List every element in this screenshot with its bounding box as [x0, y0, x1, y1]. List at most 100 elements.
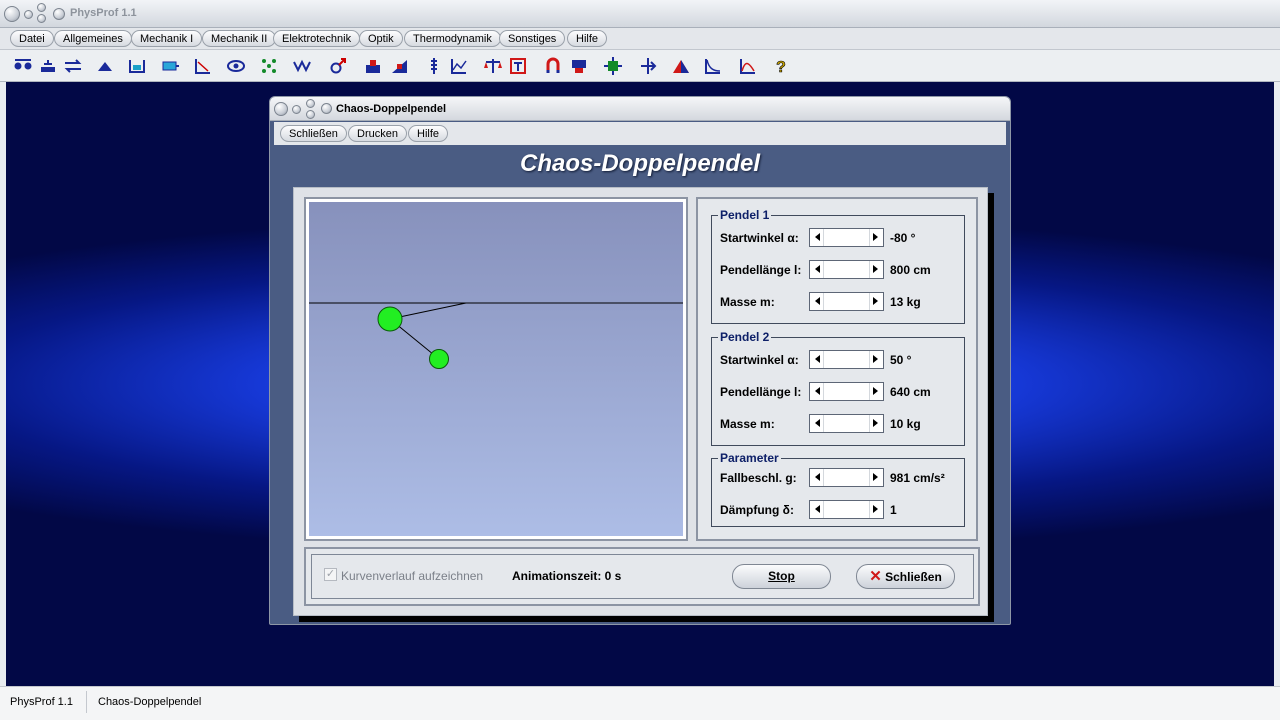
exchange-icon[interactable] — [63, 56, 83, 76]
scroll-right-icon[interactable] — [873, 387, 878, 395]
dialog-orb-icon[interactable] — [274, 102, 288, 116]
triangle-icon[interactable] — [671, 56, 691, 76]
close-x-icon: ✕ — [869, 568, 882, 585]
dialog-heading: Chaos-Doppelpendel — [519, 150, 760, 177]
dialog-title: Chaos-Doppelpendel — [336, 103, 447, 115]
daempfung-scrollbar[interactable] — [809, 500, 884, 519]
level-icon[interactable] — [127, 56, 147, 76]
menu-allgemeines[interactable]: Allgemeines — [54, 30, 132, 47]
grid-icon[interactable] — [259, 56, 279, 76]
scroll-right-icon[interactable] — [873, 265, 878, 273]
menu-elektrotechnik[interactable]: Elektrotechnik — [273, 30, 361, 47]
row-startwinkel-2: Startwinkel α: 50 ° — [712, 350, 966, 370]
dialog-minimize-icon[interactable] — [292, 105, 301, 114]
masse-1-value: 13 kg — [890, 295, 921, 309]
dialog-menu-hilfe[interactable]: Hilfe — [408, 125, 449, 142]
svg-text:?: ? — [776, 59, 786, 76]
close-orb-icon[interactable] — [37, 14, 46, 23]
startwinkel-1-scrollbar[interactable] — [809, 228, 884, 247]
graph-icon[interactable] — [193, 56, 213, 76]
menu-mechanik-1[interactable]: Mechanik I — [131, 30, 203, 47]
gender-icon[interactable] — [328, 56, 348, 76]
scroll-right-icon[interactable] — [873, 473, 878, 481]
menu-mechanik-2[interactable]: Mechanik II — [202, 30, 277, 47]
curve-icon[interactable] — [703, 56, 723, 76]
pendulum-bob-1[interactable] — [377, 306, 403, 332]
magnet-icon[interactable] — [543, 56, 563, 76]
scroll-left-icon[interactable] — [815, 297, 820, 305]
menu-optik[interactable]: Optik — [359, 30, 403, 47]
stop-button-label: Stop — [768, 569, 795, 583]
scroll-right-icon[interactable] — [873, 505, 878, 513]
stop-button[interactable]: Stop — [732, 564, 831, 589]
scroll-left-icon[interactable] — [815, 473, 820, 481]
masse-1-scrollbar[interactable] — [809, 292, 884, 311]
menu-hilfe[interactable]: Hilfe — [567, 30, 608, 47]
frame-icon[interactable] — [508, 56, 528, 76]
startwinkel-2-scrollbar[interactable] — [809, 350, 884, 369]
scroll-right-icon[interactable] — [873, 297, 878, 305]
weight-icon[interactable] — [363, 56, 383, 76]
pendulum-bob-2[interactable] — [429, 349, 449, 369]
dialog-close-icon[interactable] — [306, 110, 315, 119]
simulation-frame — [304, 197, 688, 541]
scale-icon[interactable] — [483, 56, 503, 76]
app-titlebar: PhysProf 1.1 — [0, 0, 1280, 28]
menu-sonstiges[interactable]: Sonstiges — [499, 30, 566, 47]
scroll-left-icon[interactable] — [815, 505, 820, 513]
tank-icon[interactable] — [160, 56, 180, 76]
laenge-1-label: Pendellänge l: — [720, 263, 802, 277]
g-scrollbar[interactable] — [809, 468, 884, 487]
collision-icon[interactable] — [13, 56, 33, 76]
startwinkel-2-label: Startwinkel α: — [720, 353, 799, 367]
menubar: Datei Allgemeines Mechanik I Mechanik II… — [0, 28, 1280, 50]
scroll-left-icon[interactable] — [815, 355, 820, 363]
lens-icon[interactable] — [638, 56, 658, 76]
circuit-icon[interactable] — [603, 56, 623, 76]
simulation-canvas[interactable] — [309, 202, 683, 536]
dialog-menu-schliessen[interactable]: Schließen — [280, 125, 347, 142]
scroll-left-icon[interactable] — [815, 265, 820, 273]
dialog-menubar: Schließen Drucken Hilfe — [274, 122, 1006, 145]
menu-thermodynamik[interactable]: Thermodynamik — [404, 30, 501, 47]
laenge-2-label: Pendellänge l: — [720, 385, 802, 399]
scroll-left-icon[interactable] — [815, 419, 820, 427]
masse-2-scrollbar[interactable] — [809, 414, 884, 433]
record-curve-checkbox[interactable]: ✓ — [324, 568, 337, 581]
scroll-right-icon[interactable] — [873, 233, 878, 241]
scroll-right-icon[interactable] — [873, 355, 878, 363]
startwinkel-1-value: -80 ° — [890, 231, 916, 245]
tilt-icon[interactable] — [390, 56, 410, 76]
animation-time: Animationszeit: 0 s — [512, 569, 622, 583]
help-icon[interactable]: ? — [771, 56, 791, 76]
chart-icon[interactable] — [449, 56, 469, 76]
dialog-system-icon[interactable] — [321, 103, 332, 114]
balance-icon[interactable] — [38, 56, 58, 76]
dialog-maximize-icon[interactable] — [306, 99, 315, 108]
scroll-left-icon[interactable] — [815, 387, 820, 395]
group-label-pendel-1: Pendel 1 — [718, 208, 772, 222]
wave-icon[interactable] — [292, 56, 312, 76]
system-orb-icon[interactable] — [53, 8, 65, 20]
minimize-orb-icon[interactable] — [24, 10, 33, 19]
robot-icon[interactable] — [569, 56, 589, 76]
row-startwinkel-1: Startwinkel α: -80 ° — [712, 228, 966, 248]
eye-icon[interactable] — [226, 56, 246, 76]
scroll-right-icon[interactable] — [873, 419, 878, 427]
spring-icon[interactable] — [424, 56, 444, 76]
group-label-pendel-2: Pendel 2 — [718, 330, 772, 344]
distribution-icon[interactable] — [738, 56, 758, 76]
laenge-2-scrollbar[interactable] — [809, 382, 884, 401]
scroll-left-icon[interactable] — [815, 233, 820, 241]
maximize-orb-icon[interactable] — [37, 3, 46, 12]
dialog-menu-drucken[interactable]: Drucken — [348, 125, 407, 142]
menu-datei[interactable]: Datei — [10, 30, 54, 47]
control-bar: ✓ Kurvenverlauf aufzeichnen Animationsze… — [304, 547, 980, 606]
close-button[interactable]: ✕ Schließen — [856, 564, 955, 589]
laenge-1-scrollbar[interactable] — [809, 260, 884, 279]
group-pendel-1: Pendel 1 Startwinkel α: -80 ° Pendelläng… — [711, 208, 966, 324]
row-daempfung: Dämpfung δ: 1 — [712, 500, 966, 520]
status-app: PhysProf 1.1 — [10, 696, 73, 708]
arch-icon[interactable] — [95, 56, 115, 76]
window-orb-icon[interactable] — [4, 6, 20, 22]
